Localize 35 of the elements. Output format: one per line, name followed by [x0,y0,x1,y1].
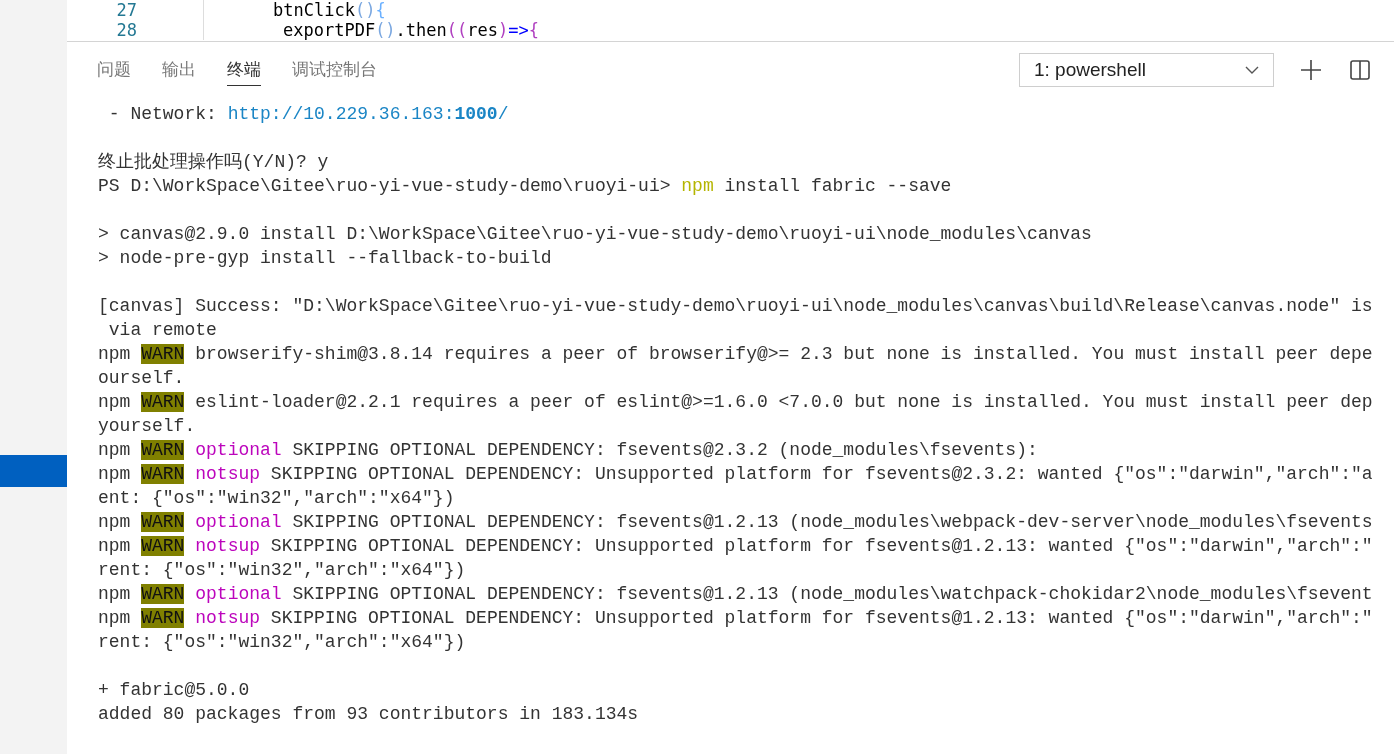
split-panel-icon[interactable] [1350,60,1370,80]
terminal-line: PS D:\WorkSpace\Gitee\ruo-yi-vue-study-demo\ruoyi-ui> npm install fabric --save [98,175,953,198]
code-line: btnClick(){ [273,0,386,20]
terminal-line: npm WARN eslint-loader@2.2.1 requires a peer of eslint@>=1.6.0 <7.0.0 but none is installed. You must install peer dep [98,391,1374,414]
panel-tab[interactable]: 调试控制台 [292,54,377,86]
plus-icon[interactable] [1300,59,1322,81]
code-line: exportPDF().then((res)=>{ [282,20,539,40]
terminal-line: > node-pre-gyp install --fallback-to-build [98,247,553,270]
terminal-line: - Network: http://10.229.36.163:1000/ [107,103,510,126]
terminal-line: [canvas] Success: "D:\WorkSpace\Gitee\ruo-yi-vue-study-demo\ruoyi-ui\node_modules\canvas\build\Release\canvas.node" is [98,295,1374,318]
terminal-line: 终止批处理操作吗(Y/N)? y [98,151,330,174]
terminal-line: + fabric@5.0.0 [98,679,251,702]
terminal-line: ent: {"os":"win32","arch":"x64"}) [98,487,456,510]
terminal-line: rent: {"os":"win32","arch":"x64"}) [98,559,467,582]
terminal-select[interactable]: 1: powershell [1019,53,1274,87]
panel-tab[interactable]: 问题 [97,54,131,86]
panel-tab[interactable]: 输出 [162,54,196,86]
panel-tab[interactable]: 终端 [227,54,261,86]
selected-row-highlight [0,455,67,487]
terminal-line: npm WARN notsup SKIPPING OPTIONAL DEPENDENCY: Unsupported platform for fsevents@2.3.2: wanted {"os":"darwin","arch":"a [98,463,1374,486]
terminal-line: > canvas@2.9.0 install D:\WorkSpace\Gitee\ruo-yi-vue-study-demo\ruoyi-ui\node_modules\canvas [98,223,1093,246]
terminal-line: npm WARN optional SKIPPING OPTIONAL DEPENDENCY: fsevents@1.2.13 (node_modules\watchpack-chokidar2\node_modules\fsevent [98,583,1374,606]
terminal-line: via remote [107,319,218,342]
chevron-down-icon [1245,66,1259,74]
line-number: 27 [115,0,138,20]
terminal-line: npm WARN notsup SKIPPING OPTIONAL DEPENDENCY: Unsupported platform for fsevents@1.2.13: wanted {"os":"darwin","arch":" [98,535,1374,558]
terminal-line: npm WARN notsup SKIPPING OPTIONAL DEPENDENCY: Unsupported platform for fsevents@1.2.13: wanted {"os":"darwin","arch":" [98,607,1374,630]
terminal-line: npm WARN browserify-shim@3.8.14 requires a peer of browserify@>= 2.3 but none is installed. You must install peer depe [98,343,1374,366]
terminal-line: npm WARN optional SKIPPING OPTIONAL DEPENDENCY: fsevents@2.3.2 (node_modules\fsevents): [98,439,1039,462]
line-number: 28 [115,20,138,40]
terminal-line: ourself. [98,367,186,390]
terminal-line: npm WARN optional SKIPPING OPTIONAL DEPENDENCY: fsevents@1.2.13 (node_modules\webpack-dev-server\node_modules\fsevents [98,511,1374,534]
terminal-line: added 80 packages from 93 contributors in 183.134s [98,703,640,726]
terminal-line: rent: {"os":"win32","arch":"x64"}) [98,631,467,654]
terminal-line: yourself. [98,415,197,438]
